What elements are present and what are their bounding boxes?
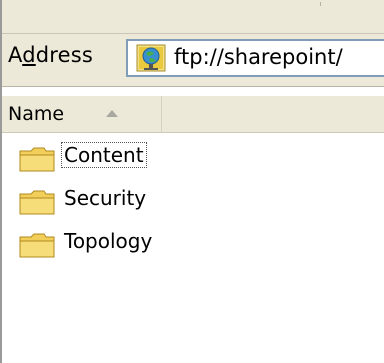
column-header-row: Name xyxy=(2,95,384,133)
folder-icon xyxy=(19,233,55,258)
explorer-window: Address ftp://sharepoint/ Name Content S… xyxy=(0,0,384,363)
address-label-accesskey: d xyxy=(22,43,36,67)
folder-icon xyxy=(19,190,55,215)
column-header-name[interactable]: Name xyxy=(2,96,162,132)
list-item-label: Security xyxy=(64,186,147,210)
list-item-content[interactable]: Content xyxy=(18,139,378,182)
column-header-name-label: Name xyxy=(8,103,65,125)
list-item-label: Content xyxy=(61,142,147,168)
address-bar: Address ftp://sharepoint/ xyxy=(2,34,384,87)
address-label-rest: dress xyxy=(35,43,94,67)
address-field[interactable]: ftp://sharepoint/ xyxy=(126,39,384,77)
toolbar-separator xyxy=(320,2,321,6)
list-item-security[interactable]: Security xyxy=(18,182,378,225)
toolbar-strip xyxy=(2,0,384,34)
sort-ascending-icon xyxy=(106,110,118,117)
list-item-topology[interactable]: Topology xyxy=(18,225,378,268)
file-list: Content Security Topology xyxy=(18,139,378,268)
address-value: ftp://sharepoint/ xyxy=(174,45,343,69)
address-label: Address xyxy=(8,43,93,67)
ftp-globe-icon xyxy=(136,44,166,72)
list-item-label: Topology xyxy=(64,229,153,253)
address-label-a: A xyxy=(8,43,23,67)
folder-icon xyxy=(19,147,55,172)
